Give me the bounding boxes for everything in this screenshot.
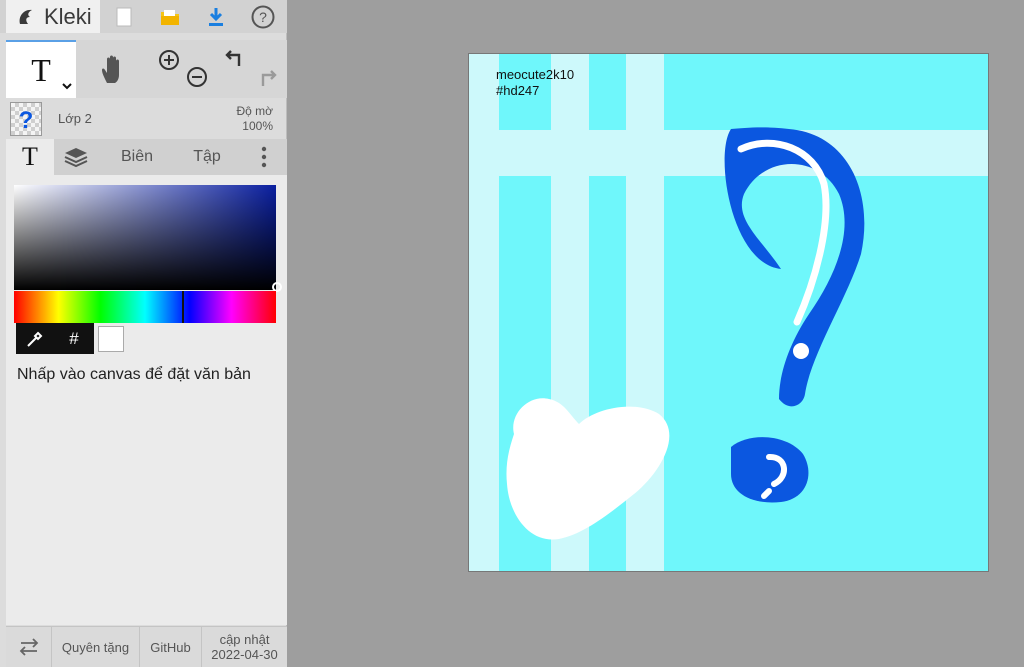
github-link[interactable]: GitHub (140, 627, 202, 667)
undo-icon[interactable] (224, 48, 246, 68)
layer-name: Lớp 2 (58, 111, 92, 126)
download-icon (209, 7, 223, 26)
tab-layers[interactable] (54, 139, 98, 175)
more-vertical-icon (261, 146, 267, 168)
secondary-color-swatch[interactable] (98, 326, 124, 352)
update-label: cập nhật (219, 632, 270, 647)
question-mark-thumbnail-icon: ? (19, 107, 34, 134)
layer-opacity-value: 100% (242, 119, 273, 133)
tab-file[interactable]: Tập (174, 139, 240, 175)
eyedropper-button[interactable] (16, 323, 54, 354)
tab-edit[interactable]: Biên (104, 139, 170, 175)
layer-thumbnail: ? (10, 102, 42, 136)
text-tool-hint: Nhấp vào canvas để đặt văn bản (17, 366, 251, 383)
tool-row: T (6, 40, 287, 98)
watermark: meocute2k10 #hd247 (496, 67, 574, 99)
chevron-down-icon (62, 83, 72, 90)
update-date: 2022-04-30 (211, 647, 278, 662)
tab-more[interactable] (246, 139, 282, 175)
panel-tabs: T Biên Tập (6, 139, 287, 175)
sidebar: Kleki ? T ? Lớp 2 Độ mờ 100% T Biên Tập … (0, 0, 287, 667)
new-image-button[interactable] (104, 0, 144, 33)
layer-opacity: Độ mờ 100% (236, 104, 273, 134)
tab-text[interactable]: T (6, 139, 54, 175)
artwork (469, 54, 988, 571)
hand-tool-icon (102, 55, 119, 83)
zoom-out-icon[interactable] (186, 66, 208, 88)
text-tab-icon: T (22, 142, 38, 171)
donate-link[interactable]: Quyên tặng (52, 627, 140, 667)
text-tool-panel: # Nhấp vào canvas để đặt văn bản (6, 175, 287, 625)
hue-slider-handle[interactable] (182, 291, 184, 323)
text-tool-button[interactable]: T (6, 40, 76, 98)
eyedropper-icon (27, 331, 43, 347)
redo-icon[interactable] (256, 68, 278, 88)
layers-icon (64, 148, 88, 168)
watermark-line-1: meocute2k10 (496, 67, 575, 82)
changelog-link[interactable]: cập nhật 2022-04-30 (202, 627, 287, 667)
app-logo[interactable]: Kleki (6, 0, 100, 33)
zoom-controls (152, 40, 214, 98)
layer-row[interactable]: ? Lớp 2 Độ mờ 100% (6, 99, 287, 137)
color-saturation-picker[interactable] (14, 185, 282, 292)
help-icon: ? (251, 5, 275, 28)
save-button[interactable] (196, 0, 236, 33)
hand-tool-button[interactable] (78, 40, 150, 98)
svg-text:?: ? (259, 9, 267, 25)
history-controls (216, 40, 286, 98)
zoom-in-icon[interactable] (158, 49, 180, 71)
footer: Quyên tặng GitHub cập nhật 2022-04-30 (6, 626, 287, 667)
help-button[interactable]: ? (243, 0, 283, 33)
drawing-canvas[interactable]: meocute2k10 #hd247 (468, 53, 989, 572)
swap-arrows-icon (19, 638, 38, 656)
app-name: Kleki (44, 3, 92, 29)
svg-text:?: ? (19, 107, 34, 134)
watermark-line-2: #hd247 (496, 83, 540, 98)
layer-opacity-label: Độ mờ (236, 104, 273, 118)
kleki-logo-icon (19, 9, 32, 24)
hue-slider[interactable] (14, 291, 276, 323)
open-folder-icon (161, 9, 179, 25)
new-image-icon (116, 7, 132, 26)
text-tool-icon: T (31, 51, 51, 88)
top-bar: Kleki ? (0, 0, 287, 33)
swap-side-button[interactable] (6, 627, 52, 667)
hex-input-button[interactable]: # (54, 323, 94, 354)
open-button[interactable] (150, 0, 190, 33)
